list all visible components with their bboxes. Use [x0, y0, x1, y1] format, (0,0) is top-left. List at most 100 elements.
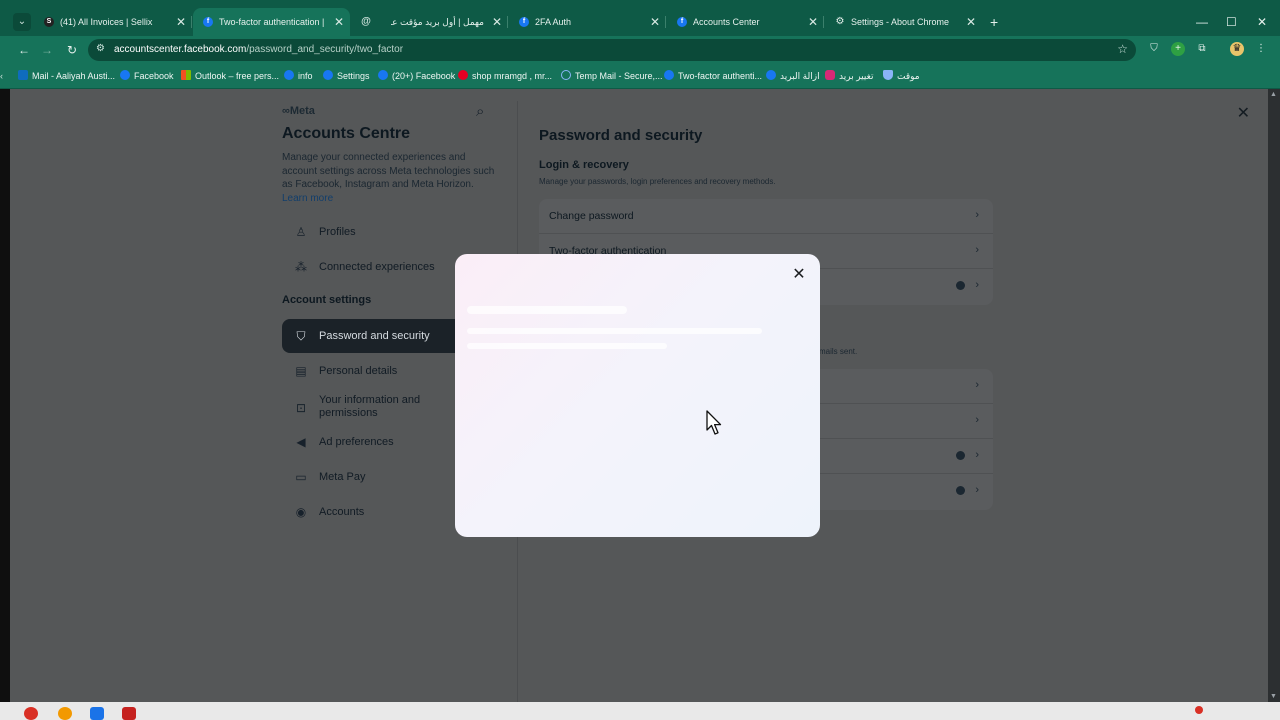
shield-icon	[883, 70, 893, 80]
tempmail-icon	[561, 70, 571, 80]
sidebar-item-label: Personal details	[319, 365, 398, 377]
reload-icon[interactable]: ↻	[63, 41, 81, 59]
page-scrollbar[interactable]: ▲ ▼	[1268, 89, 1280, 702]
mouse-cursor-icon	[706, 410, 722, 435]
notification-badge-icon	[1195, 706, 1203, 714]
security-checks-description: mails sent.	[819, 347, 858, 356]
address-bar[interactable]: ⚙ accountscenter.facebook.com/password_a…	[88, 39, 1136, 61]
close-tab-icon[interactable]: ✕	[808, 8, 818, 36]
loading-skeleton-line	[467, 343, 667, 349]
close-tab-icon[interactable]: ✕	[176, 8, 186, 36]
facebook-icon	[378, 70, 388, 80]
menu-kebab-icon[interactable]: ⋮	[1254, 42, 1268, 56]
close-icon[interactable]: ✕	[1237, 103, 1250, 123]
tab-separator	[191, 16, 192, 28]
taskbar-app-icon[interactable]	[90, 707, 104, 720]
tab-chrome-settings[interactable]: ⚙ Settings - About Chrome ✕	[825, 8, 982, 36]
bookmark-item[interactable]: ازالة البريد	[766, 64, 820, 88]
close-tab-icon[interactable]: ✕	[492, 8, 502, 36]
chevron-right-icon: ›	[975, 244, 979, 256]
bookmark-item[interactable]: Facebook	[120, 64, 174, 88]
loading-skeleton-line	[467, 306, 627, 314]
bookmark-item[interactable]: تغيير بريد	[825, 64, 873, 88]
bookmark-item[interactable]: (20+) Facebook	[378, 64, 455, 88]
bookmark-item[interactable]: Outlook – free pers...	[181, 64, 279, 88]
bookmark-label: Two-factor authenti...	[678, 71, 763, 81]
account-icon: ◉	[295, 505, 307, 519]
chevron-right-icon: ›	[975, 209, 979, 221]
scroll-down-icon[interactable]: ▼	[1270, 693, 1277, 700]
tab-accounts-center[interactable]: f Accounts Center ✕	[667, 8, 824, 36]
bookmark-item[interactable]: info	[284, 64, 313, 88]
shield-extension-icon[interactable]: ⛉	[1147, 42, 1161, 56]
meta-logo: ∞Meta	[282, 105, 315, 117]
chevron-right-icon: ›	[975, 414, 979, 426]
bookmark-overflow[interactable]: ‹	[0, 64, 3, 88]
bookmark-item[interactable]: shop mramgd , mr...	[458, 64, 552, 88]
bookmark-item[interactable]: Temp Mail - Secure,...	[561, 64, 663, 88]
os-taskbar	[0, 702, 1280, 720]
bookmark-star-icon[interactable]: ☆	[1117, 42, 1128, 56]
scroll-up-icon[interactable]: ▲	[1270, 91, 1277, 98]
pinterest-icon	[458, 70, 468, 80]
sidebar-item-label: Ad preferences	[319, 436, 394, 448]
tab-title: Settings - About Chrome	[851, 17, 950, 27]
facebook-icon	[766, 70, 776, 80]
profile-avatar[interactable]: ♛	[1230, 42, 1244, 56]
change-password-row[interactable]: Change password ›	[539, 199, 993, 234]
url-path: /password_and_security/two_factor	[246, 44, 404, 55]
section-title: Password and security	[539, 127, 703, 144]
tab-separator	[507, 16, 508, 28]
new-tab-button[interactable]: +	[990, 14, 998, 30]
tab-two-factor[interactable]: f Two-factor authentication | Acc ✕	[193, 8, 350, 36]
bookmark-label: Facebook	[134, 71, 174, 81]
search-icon[interactable]: ⌕	[476, 103, 484, 120]
facebook-icon: f	[203, 17, 213, 27]
maximize-icon[interactable]: ☐	[1226, 15, 1237, 29]
back-icon[interactable]: ←	[15, 41, 33, 59]
sidebar-item-label: Meta Pay	[319, 471, 366, 483]
login-recovery-description: Manage your passwords, login preferences…	[539, 177, 776, 186]
site-info-icon[interactable]: ⚙	[96, 43, 105, 54]
green-extension-icon[interactable]: +	[1171, 42, 1185, 56]
taskbar-app-icon[interactable]	[24, 707, 38, 720]
chevron-right-icon: ›	[975, 379, 979, 391]
close-window-icon[interactable]: ✕	[1257, 15, 1267, 29]
learn-more-link[interactable]: Learn more	[282, 193, 333, 204]
url-domain: accountscenter.facebook.com	[114, 44, 247, 55]
close-tab-icon[interactable]: ✕	[650, 8, 660, 36]
minimize-icon[interactable]: —	[1196, 15, 1208, 29]
bookmark-item[interactable]: Mail - Aaliyah Austi...	[18, 64, 115, 88]
person-icon: ♙	[295, 225, 307, 239]
extensions-puzzle-icon[interactable]: ⧉	[1195, 42, 1209, 56]
url-text[interactable]: accountscenter.facebook.com/password_and…	[114, 39, 403, 61]
tab-sellix-invoices[interactable]: S (41) All Invoices | Sellix ✕	[34, 8, 192, 36]
facebook-icon: f	[677, 17, 687, 27]
loading-skeleton-line	[467, 328, 762, 334]
forward-icon[interactable]: →	[38, 41, 56, 59]
bookmark-item[interactable]: موقت	[883, 64, 920, 88]
lock-doc-icon: ⊡	[295, 401, 307, 415]
tab-title: مهمل | أول بريد مؤقت عربي	[391, 17, 484, 27]
at-sign-icon: @	[361, 16, 371, 27]
taskbar-app-icon[interactable]	[58, 707, 72, 720]
tab-search-button[interactable]: ⌄	[13, 13, 31, 31]
browser-toolbar: ← → ↻ ⚙ accountscenter.facebook.com/pass…	[0, 36, 1280, 64]
instagram-icon	[825, 70, 835, 80]
facebook-icon	[664, 70, 674, 80]
close-tab-icon[interactable]: ✕	[334, 8, 344, 36]
bookmark-label: تغيير بريد	[839, 71, 874, 81]
modal-close-button[interactable]: ✕	[788, 264, 810, 286]
sidebar-item-profiles[interactable]: ♙ Profiles	[282, 215, 518, 249]
tab-2fa-auth[interactable]: f 2FA Auth ✕	[509, 8, 666, 36]
tab-temp-mail-arabic[interactable]: @ مهمل | أول بريد مؤقت عربي ✕	[351, 8, 508, 36]
id-card-icon: ▤	[295, 364, 307, 378]
bookmark-item[interactable]: Two-factor authenti...	[664, 64, 762, 88]
page-title: Accounts Centre	[282, 125, 411, 142]
taskbar-app-icon[interactable]	[122, 707, 136, 720]
chevron-right-icon: ›	[975, 279, 979, 291]
facebook-icon: f	[519, 17, 529, 27]
close-tab-icon[interactable]: ✕	[966, 8, 976, 36]
bookmark-item[interactable]: Settings	[323, 64, 370, 88]
row-label: Change password	[549, 210, 634, 222]
